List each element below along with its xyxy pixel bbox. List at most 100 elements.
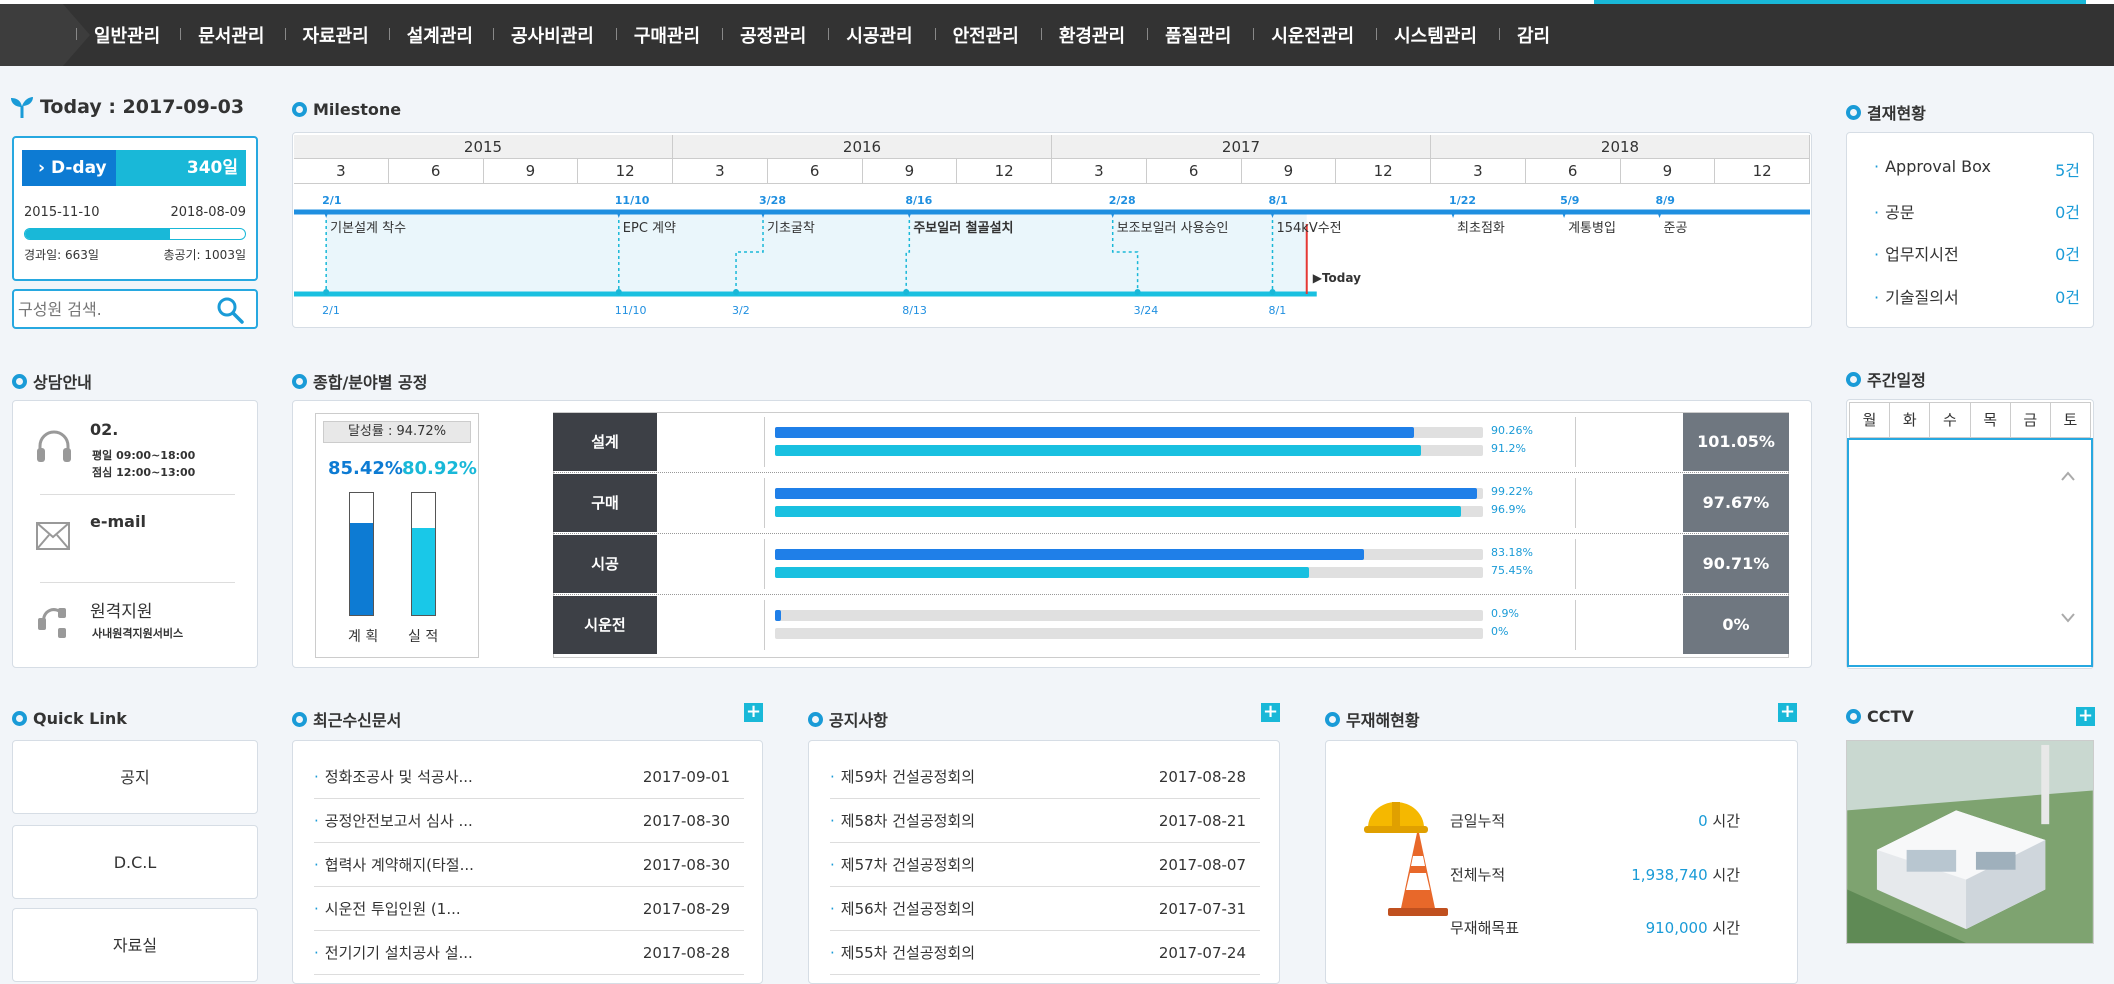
- plan-track: [775, 427, 1483, 438]
- plan-track: [775, 488, 1483, 499]
- process-bars: 83.18% 75.45%: [764, 539, 1576, 589]
- milestone-month: 12: [578, 159, 673, 183]
- plan-milestone-label[interactable]: 기초굴착: [767, 221, 815, 236]
- actual-milestone-marker: [733, 289, 740, 295]
- approval-item-count: 0건: [2055, 288, 2080, 307]
- nav-item[interactable]: 문서관리: [176, 22, 278, 48]
- plan-fill: [775, 427, 1415, 438]
- search-icon[interactable]: [216, 296, 244, 324]
- milestone-year: 2018: [1431, 135, 1810, 158]
- approval-item[interactable]: 공문 0건: [1874, 199, 2080, 223]
- weekly-title-text: 주간일정: [1867, 371, 1926, 390]
- plan-fill: [775, 610, 782, 621]
- counsel-title-text: 상담안내: [33, 373, 92, 392]
- list-item[interactable]: 제56차 건설공정회의 2017-07-31: [830, 887, 1260, 931]
- quick-link-title-text: Quick Link: [33, 709, 127, 728]
- chevron-down-icon[interactable]: [2060, 612, 2076, 624]
- plan-milestone-date: 3/28: [759, 194, 786, 207]
- plan-milestone-label[interactable]: 계통병입: [1568, 221, 1616, 236]
- quick-link-dcl[interactable]: D.C.L: [12, 825, 258, 899]
- headset-icon: [37, 430, 71, 462]
- list-item[interactable]: 제55차 건설공정회의 2017-07-24: [830, 931, 1260, 975]
- nav-item[interactable]: 환경관리: [1037, 22, 1139, 48]
- actual-milestone-marker: [323, 289, 330, 295]
- safety-more-button[interactable]: +: [1778, 703, 1797, 722]
- plan-milestone-label[interactable]: 최초점화: [1457, 221, 1505, 236]
- safety-label: 금일누적: [1450, 812, 1506, 830]
- plan-milestone-label[interactable]: 주보일러 철골설치: [913, 220, 1013, 236]
- plan-milestone-label[interactable]: EPC 계약: [623, 221, 676, 236]
- nav-item[interactable]: 품질관리: [1143, 22, 1245, 48]
- milestone-month: 12: [1336, 159, 1431, 183]
- nav-item[interactable]: 감리: [1495, 22, 1564, 48]
- member-search-input[interactable]: [18, 296, 208, 322]
- cctv-more-button[interactable]: +: [2076, 707, 2095, 726]
- list-item[interactable]: 제57차 건설공정회의 2017-08-07: [830, 843, 1260, 887]
- list-item-title: 제58차 건설공정회의: [830, 812, 975, 830]
- actual-percent: 80.92%: [402, 458, 477, 479]
- plan-milestone-label[interactable]: 154kV수전: [1276, 221, 1341, 236]
- list-item[interactable]: 제58차 건설공정회의 2017-08-21: [830, 799, 1260, 843]
- section-bullet-icon: [1325, 711, 1340, 727]
- weekday-cell[interactable]: 금: [2010, 402, 2051, 438]
- list-item-title: 협력사 계약해지(타절...: [314, 856, 474, 874]
- weekday-cell[interactable]: 목: [1970, 402, 2011, 438]
- nav-item[interactable]: 일반관리: [72, 22, 174, 48]
- section-bullet-icon: [1846, 371, 1861, 387]
- plan-percent: 85.42%: [328, 458, 403, 479]
- list-item-date: 2017-08-28: [642, 944, 730, 962]
- nav-item[interactable]: 공정관리: [718, 22, 820, 48]
- list-item-date: 2017-07-31: [1158, 900, 1246, 918]
- nav-item[interactable]: 설계관리: [385, 22, 487, 48]
- notices-more-button[interactable]: +: [1261, 703, 1280, 722]
- process-row: 시운전 0.9% 0% 0%: [553, 596, 1789, 656]
- counsel-remote[interactable]: 원격지원: [90, 597, 153, 622]
- actual-track: [775, 628, 1483, 639]
- nav-item[interactable]: 공사비관리: [489, 22, 608, 48]
- weekday-cell[interactable]: 화: [1890, 402, 1931, 438]
- approval-item[interactable]: 업무지시전 0건: [1874, 241, 2080, 265]
- quick-link-archive[interactable]: 자료실: [12, 908, 258, 982]
- plan-milestone-label[interactable]: 기본설계 착수: [330, 221, 406, 236]
- list-item-title: 시운전 투입인원 (1...: [314, 900, 461, 918]
- chevron-up-icon[interactable]: [2060, 470, 2076, 482]
- section-bullet-icon: [12, 373, 27, 389]
- plan-percent: 83.18%: [1491, 546, 1533, 559]
- row-divider: [553, 472, 1789, 473]
- approval-item[interactable]: Approval Box 5건: [1874, 157, 2080, 181]
- list-item-date: 2017-08-21: [1158, 812, 1246, 830]
- quick-link-notice[interactable]: 공지: [12, 740, 258, 814]
- recent-docs-more-button[interactable]: +: [744, 703, 763, 722]
- nav-item[interactable]: 시공관리: [824, 22, 926, 48]
- approval-item[interactable]: 기술질의서 0건: [1874, 284, 2080, 308]
- cctv-camera-view[interactable]: [1846, 740, 2094, 944]
- nav-item[interactable]: 자료관리: [281, 22, 383, 48]
- notices-title-text: 공지사항: [829, 711, 888, 730]
- list-item-title: 제59차 건설공정회의: [830, 768, 975, 786]
- list-item[interactable]: 시운전 투입인원 (1... 2017-08-29: [314, 887, 744, 931]
- list-item[interactable]: 제59차 건설공정회의 2017-08-28: [830, 755, 1260, 799]
- list-item[interactable]: 정화조공사 및 석공사... 2017-09-01: [314, 755, 744, 799]
- section-bullet-icon: [1846, 709, 1861, 724]
- list-item[interactable]: 협력사 계약해지(타절... 2017-08-30: [314, 843, 744, 887]
- nav-item[interactable]: 안전관리: [931, 22, 1033, 48]
- list-item[interactable]: 전기기기 설치공사 설... 2017-08-28: [314, 931, 744, 975]
- counsel-email[interactable]: e-mail: [90, 512, 146, 531]
- weekday-cell[interactable]: 월: [1849, 402, 1891, 438]
- total-days: 총공기: 1003일: [163, 248, 246, 262]
- weekday-cell[interactable]: 토: [2050, 402, 2092, 438]
- process-total: 97.67%: [1683, 474, 1789, 532]
- nav-item[interactable]: 시운전관리: [1249, 22, 1368, 48]
- plan-milestone-label[interactable]: 준공: [1664, 221, 1688, 236]
- weekday-cell[interactable]: 수: [1930, 402, 1971, 438]
- plan-milestone-label[interactable]: 보조보일러 사용승인: [1117, 221, 1229, 236]
- divider: [40, 494, 235, 495]
- divider: [40, 582, 235, 583]
- plan-milestone-date: 8/1: [1268, 194, 1287, 207]
- list-item[interactable]: 공정안전보고서 심사 ... 2017-08-30: [314, 799, 744, 843]
- actual-fill: [775, 445, 1421, 456]
- nav-item[interactable]: 시스템관리: [1372, 22, 1491, 48]
- nav-item[interactable]: 구매관리: [612, 22, 714, 48]
- milestone-month: 9: [1242, 159, 1337, 183]
- list-item-title: 공정안전보고서 심사 ...: [314, 812, 473, 830]
